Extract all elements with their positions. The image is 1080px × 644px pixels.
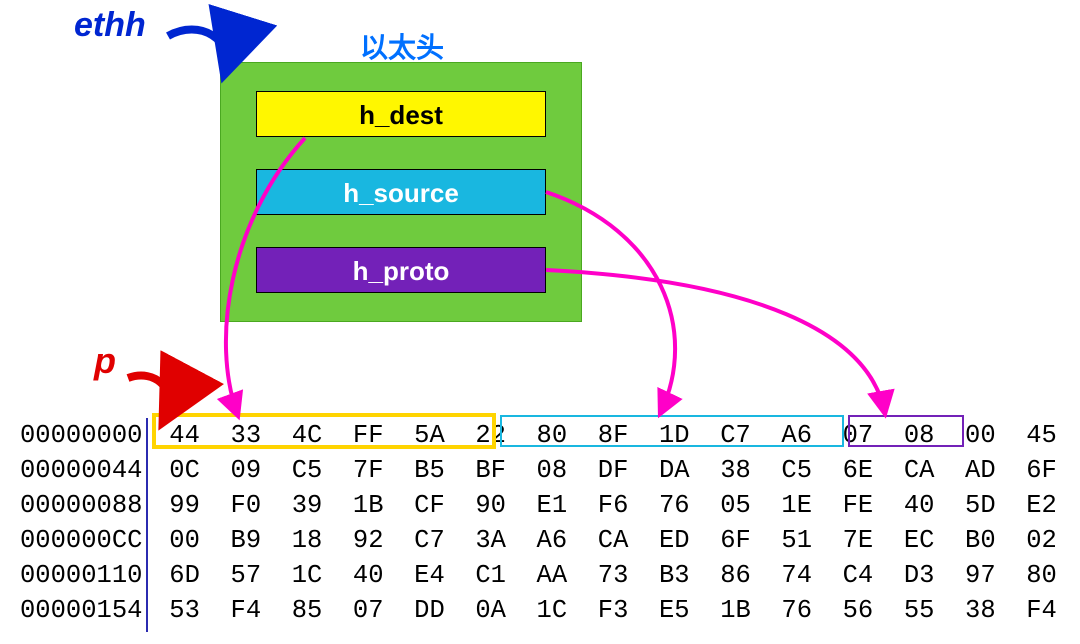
ethernet-header-struct: h_dest h_source h_proto	[220, 62, 582, 322]
hex-span-h-source	[500, 415, 844, 447]
hex-row: 000000CC 00 B9 18 92 C7 3A A6 CA ED 6F 5…	[20, 523, 1080, 558]
hex-row: 00000110 6D 57 1C 40 E4 C1 AA 73 B3 86 7…	[20, 558, 1080, 593]
ethh-pointer-label: ethh	[74, 6, 146, 45]
field-h-dest: h_dest	[256, 91, 546, 137]
field-h-proto: h_proto	[256, 247, 546, 293]
field-h-source: h_source	[256, 169, 546, 215]
hex-span-h-dest	[152, 413, 496, 449]
hex-span-h-proto	[848, 415, 964, 447]
hex-row: 00000154 53 F4 85 07 DD 0A 1C F3 E5 1B 7…	[20, 593, 1080, 628]
arrow-ethh	[168, 30, 227, 72]
hex-row: 00000044 0C 09 C5 7F B5 BF 08 DF DA 38 C…	[20, 453, 1080, 488]
hex-dump: 00000000 44 33 4C FF 5A 22 80 8F 1D C7 A…	[20, 418, 1080, 628]
arrow-h-proto	[546, 270, 885, 414]
p-pointer-label: p	[94, 340, 116, 382]
ethernet-header-title: 以太头	[360, 26, 444, 66]
hex-row: 00000088 99 F0 39 1B CF 90 E1 F6 76 05 1…	[20, 488, 1080, 523]
